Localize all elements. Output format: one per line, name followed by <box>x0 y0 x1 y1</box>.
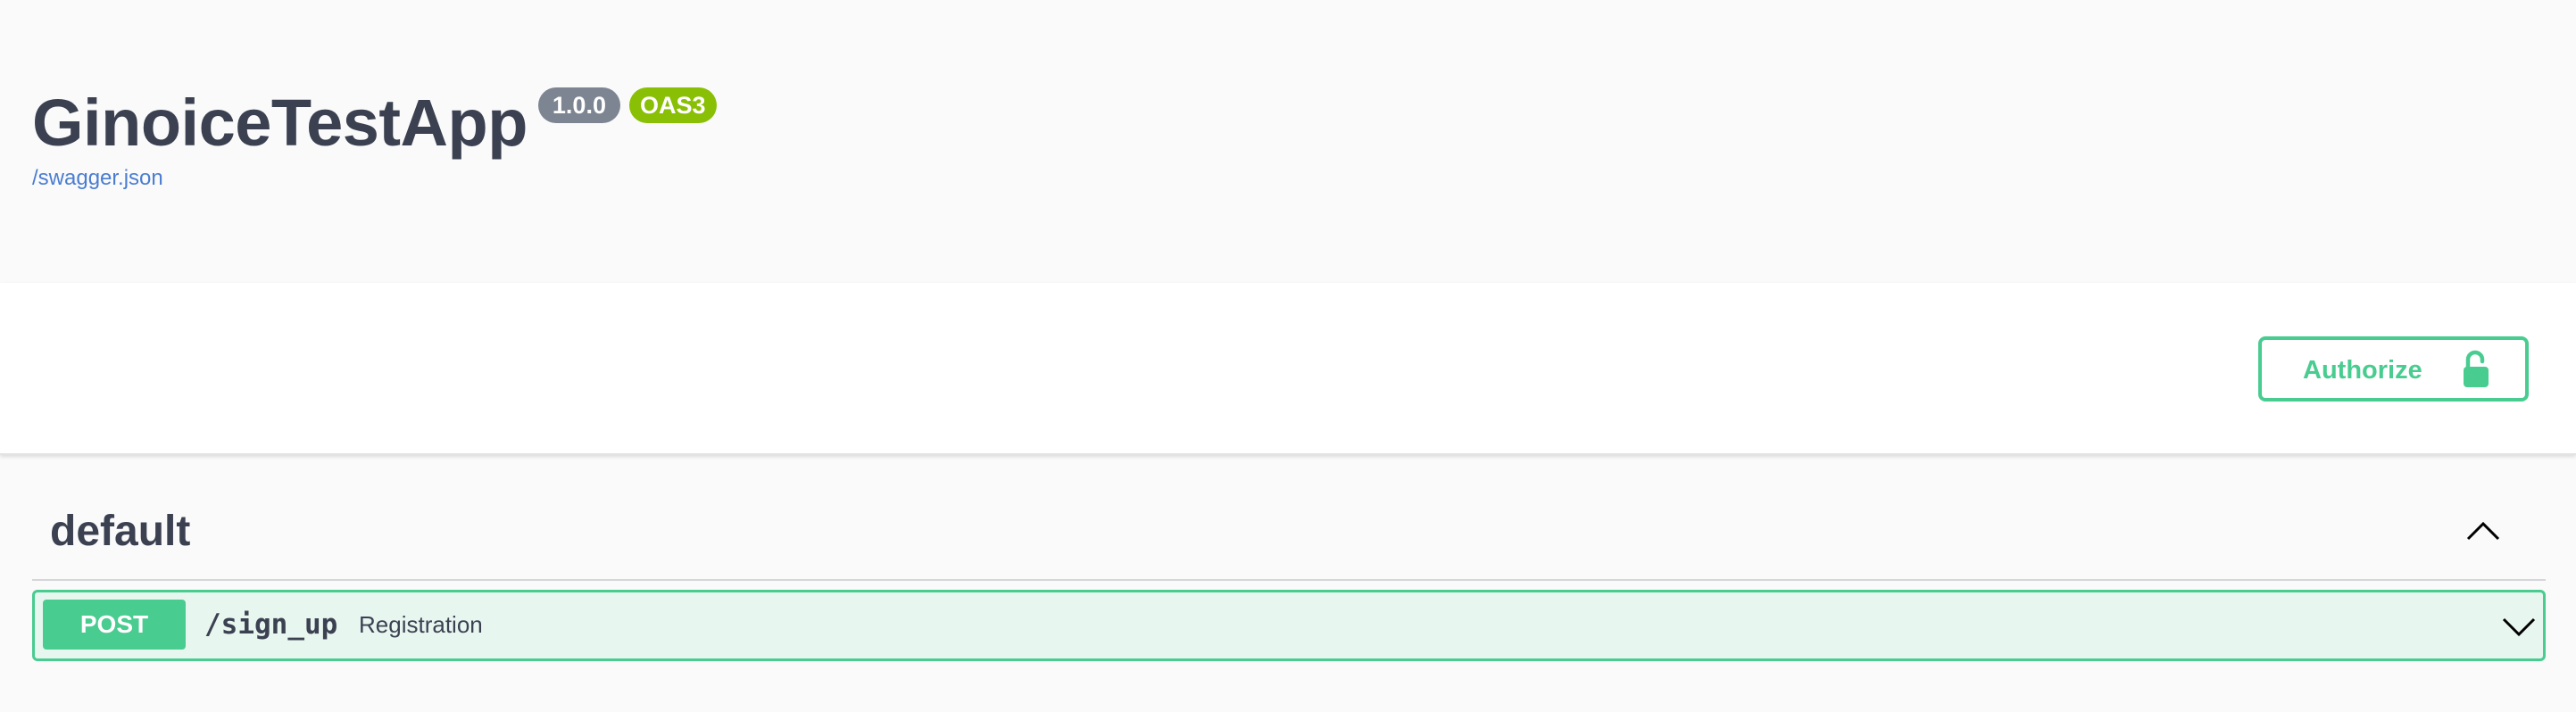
unlocked-padlock-icon <box>2464 350 2489 387</box>
operation-summary: Registration <box>359 611 483 638</box>
api-info-header: GinoiceTestApp 1.0.0 OAS3 /swagger.json <box>0 0 2576 283</box>
operation-post-sign-up[interactable]: POST /sign_up Registration <box>32 590 2546 661</box>
chevron-up-icon[interactable] <box>2465 520 2501 542</box>
scheme-container: Authorize <box>0 283 2576 455</box>
chevron-down-icon[interactable] <box>2502 616 2536 637</box>
oas-version-badge: OAS3 <box>628 87 717 123</box>
tag-header-default[interactable]: default <box>32 486 2546 581</box>
authorize-button-label: Authorize <box>2303 356 2422 385</box>
authorize-button[interactable]: Authorize <box>2258 336 2529 402</box>
tag-name: default <box>50 508 191 555</box>
operations-section: default POST /sign_up Registration <box>32 486 2546 661</box>
title-row: GinoiceTestApp 1.0.0 OAS3 <box>32 86 717 161</box>
http-method-badge: POST <box>43 600 186 650</box>
operation-path: /sign_up <box>204 609 338 641</box>
version-badge: 1.0.0 <box>537 87 620 123</box>
spec-url-link[interactable]: /swagger.json <box>32 166 163 191</box>
api-title: GinoiceTestApp <box>32 86 528 160</box>
